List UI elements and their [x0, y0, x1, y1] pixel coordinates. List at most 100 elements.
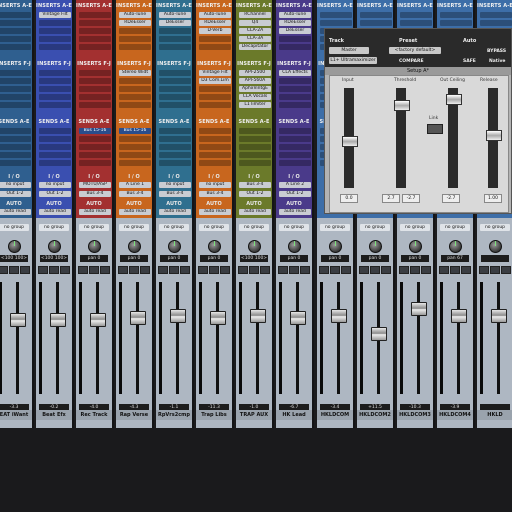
- solo-mute-buttons[interactable]: [38, 266, 70, 274]
- group-selector[interactable]: no group: [39, 224, 69, 231]
- release-slider[interactable]: [486, 88, 502, 188]
- input-slider-thumb[interactable]: [342, 136, 358, 147]
- pan-value[interactable]: pan 0: [321, 255, 349, 262]
- out-ceiling-value[interactable]: -2.7: [442, 194, 460, 203]
- send-slot[interactable]: [199, 160, 231, 166]
- insert-slot[interactable]: RDeEsser: [199, 20, 231, 26]
- solo-mute-buttons[interactable]: [399, 266, 431, 274]
- automation-mode[interactable]: auto read: [39, 209, 71, 215]
- insert-slot[interactable]: [440, 12, 472, 18]
- insert-slot[interactable]: [279, 86, 311, 92]
- send-slot[interactable]: [199, 152, 231, 158]
- automation-mode[interactable]: auto read: [79, 209, 111, 215]
- solo-mute-buttons[interactable]: [78, 266, 110, 274]
- insert-slot[interactable]: [119, 78, 151, 84]
- output-selector[interactable]: Out 1-2: [0, 191, 31, 197]
- insert-slot[interactable]: [0, 70, 31, 76]
- send-slot[interactable]: [119, 152, 151, 158]
- track-name[interactable]: HKLDCOM3: [397, 410, 433, 420]
- solo-mute-buttons[interactable]: [278, 266, 310, 274]
- group-selector[interactable]: no group: [440, 224, 470, 231]
- insert-slot[interactable]: [199, 36, 231, 42]
- send-slot[interactable]: [239, 160, 271, 166]
- send-slot[interactable]: [119, 136, 151, 142]
- track-name[interactable]: HKLDCOM: [317, 410, 353, 420]
- send-slot[interactable]: [199, 144, 231, 150]
- volume-fader[interactable]: [50, 313, 66, 328]
- insert-slot[interactable]: CLA Vocals: [239, 94, 271, 100]
- input-selector[interactable]: no input: [0, 182, 31, 188]
- insert-slot[interactable]: Auto-Tune: [199, 12, 231, 18]
- insert-slot[interactable]: [199, 94, 231, 100]
- solo-mute-buttons[interactable]: [198, 266, 230, 274]
- track-name[interactable]: HKLDCOM2: [357, 410, 393, 420]
- send-slot[interactable]: [279, 128, 311, 134]
- insert-slot[interactable]: [39, 70, 71, 76]
- solo-mute-buttons[interactable]: [0, 266, 30, 274]
- plugin-selector[interactable]: L1+ Ultramaximizer: [329, 57, 377, 64]
- solo-mute-buttons[interactable]: [359, 266, 391, 274]
- group-selector[interactable]: no group: [199, 224, 229, 231]
- group-selector[interactable]: no group: [119, 224, 149, 231]
- insert-slot[interactable]: [79, 44, 111, 50]
- volume-fader[interactable]: [451, 308, 467, 323]
- volume-fader[interactable]: [10, 313, 26, 328]
- insert-slot[interactable]: [400, 20, 432, 26]
- insert-slot[interactable]: [79, 36, 111, 42]
- automation-mode[interactable]: auto read: [119, 209, 151, 215]
- track-name[interactable]: Rap Verse: [116, 410, 152, 420]
- send-slot[interactable]: [79, 136, 111, 142]
- insert-slot[interactable]: [159, 86, 191, 92]
- solo-mute-buttons[interactable]: [319, 266, 351, 274]
- automation-mode[interactable]: auto read: [0, 209, 31, 215]
- pan-value[interactable]: [481, 255, 509, 262]
- insert-slot[interactable]: [199, 44, 231, 50]
- pan-knob[interactable]: [248, 240, 261, 253]
- insert-slot[interactable]: [0, 86, 31, 92]
- insert-slot[interactable]: RChannel: [239, 12, 271, 18]
- insert-slot[interactable]: [440, 20, 472, 26]
- input-selector[interactable]: no input: [39, 182, 71, 188]
- pan-value[interactable]: pan 0: [160, 255, 188, 262]
- insert-slot[interactable]: DeEsser: [159, 20, 191, 26]
- send-slot[interactable]: [239, 152, 271, 158]
- track-name[interactable]: Beat Efx: [36, 410, 72, 420]
- insert-slot[interactable]: [279, 44, 311, 50]
- out-ceiling-slider[interactable]: [446, 88, 462, 188]
- pan-value[interactable]: pan 0: [120, 255, 148, 262]
- send-slot[interactable]: [279, 152, 311, 158]
- track-name[interactable]: Rec Track: [76, 410, 112, 420]
- insert-slot[interactable]: [279, 78, 311, 84]
- insert-slot[interactable]: AphxVintgE: [239, 86, 271, 92]
- input-selector[interactable]: no input: [159, 182, 191, 188]
- volume-fader[interactable]: [331, 308, 347, 323]
- insert-slot[interactable]: Auto-Tune: [119, 12, 151, 18]
- send-slot[interactable]: [0, 152, 31, 158]
- threshold-value[interactable]: 2.7: [382, 194, 400, 203]
- send-slot[interactable]: Bus 15-16: [79, 128, 111, 134]
- group-selector[interactable]: no group: [320, 224, 350, 231]
- send-slot[interactable]: [39, 136, 71, 142]
- track-name[interactable]: HK Lead: [276, 410, 312, 420]
- plugin-window[interactable]: Track Preset Auto Master L1+ Ultramaximi…: [324, 28, 512, 214]
- compare-button[interactable]: COMPARE: [399, 59, 424, 64]
- send-slot[interactable]: [279, 160, 311, 166]
- send-slot[interactable]: [159, 144, 191, 150]
- volume-fader[interactable]: [250, 308, 266, 323]
- pan-knob[interactable]: [288, 240, 301, 253]
- insert-slot[interactable]: [0, 12, 31, 18]
- insert-slot[interactable]: [0, 36, 31, 42]
- output-selector[interactable]: Out 1-2: [39, 191, 71, 197]
- insert-slot[interactable]: [119, 94, 151, 100]
- output-selector[interactable]: Bus 3-4: [159, 191, 191, 197]
- insert-slot[interactable]: [79, 78, 111, 84]
- pan-knob[interactable]: [329, 240, 342, 253]
- insert-slot[interactable]: Vintage Filt: [39, 12, 71, 18]
- send-slot[interactable]: [159, 152, 191, 158]
- insert-slot[interactable]: [320, 20, 352, 26]
- insert-slot[interactable]: [39, 36, 71, 42]
- input-selector[interactable]: Bus 3-4: [239, 182, 271, 188]
- insert-slot[interactable]: [0, 78, 31, 84]
- pan-value[interactable]: pan 0: [80, 255, 108, 262]
- track-name[interactable]: HKLDCOM4: [437, 410, 473, 420]
